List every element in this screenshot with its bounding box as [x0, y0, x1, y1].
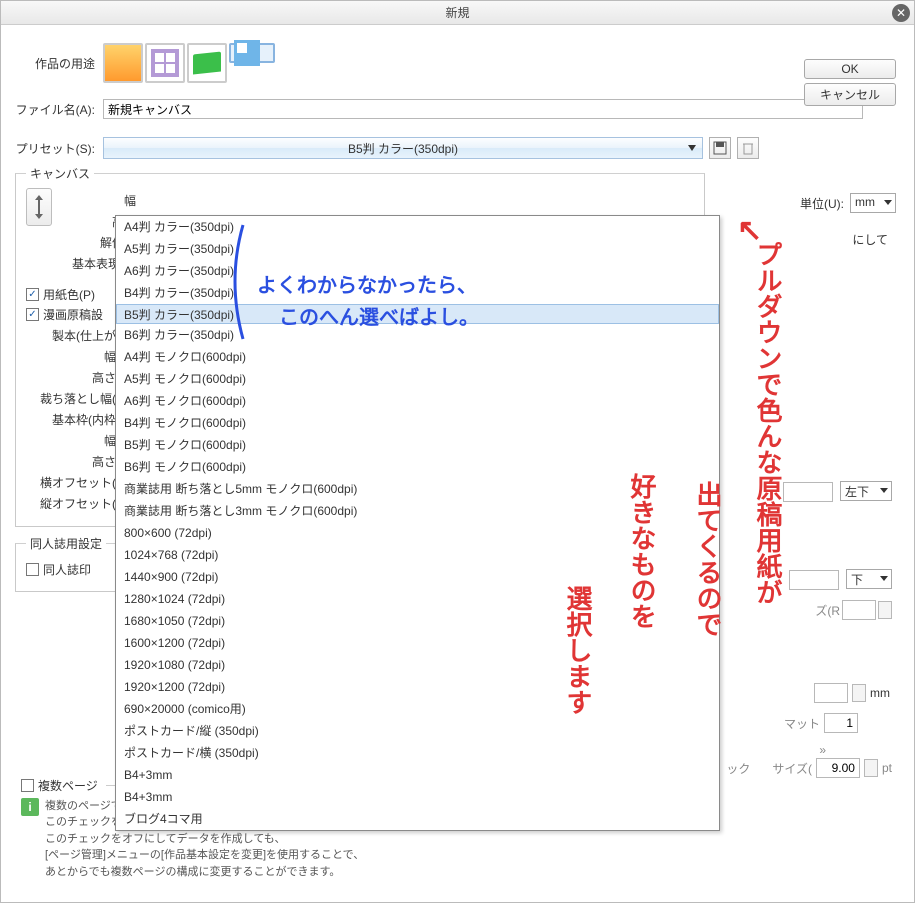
doujin-legend: 同人誌用設定 [26, 535, 106, 552]
preset-option[interactable]: 1024×768 (72dpi) [116, 544, 719, 566]
unit-value: mm [855, 195, 875, 209]
manga-settings-check[interactable] [26, 308, 39, 321]
chevron-down-icon [884, 200, 892, 205]
width-label-3: 幅 [40, 432, 122, 449]
paper-color-check[interactable] [26, 288, 39, 301]
height-label-3: 高さ [40, 453, 122, 470]
preset-option[interactable]: 1920×1080 (72dpi) [116, 654, 719, 676]
mat-label: マット [784, 715, 820, 732]
preset-option[interactable]: B6判 カラー(350dpi) [116, 324, 719, 346]
canvas-legend: キャンバス [26, 165, 94, 182]
preset-option[interactable]: 1440×900 (72dpi) [116, 566, 719, 588]
h-offset-label: 横オフセット( [40, 474, 122, 491]
right-field-3[interactable] [842, 600, 876, 620]
new-dialog: 新規 ✕ OK キャンセル 作品の用途 ファイル名(A): プリセット(S): [0, 0, 915, 903]
purpose-print-icon[interactable] [187, 43, 227, 83]
manga-settings-label: 漫画原稿設 [43, 306, 103, 323]
base-frame-label: 基本枠(内枠 [40, 411, 122, 428]
titlebar: 新規 ✕ [1, 1, 914, 25]
preset-option[interactable]: 商業誌用 断ち落とし3mm モノクロ(600dpi) [116, 500, 719, 522]
swap-orientation-button[interactable] [26, 188, 52, 226]
preset-option[interactable]: 690×20000 (comico用) [116, 698, 719, 720]
preset-dropdown[interactable]: A4判 カラー(350dpi)A5判 カラー(350dpi)A6判 カラー(35… [115, 215, 720, 831]
annotation-red-v1: プルダウンで色んな原稿用紙が [749, 241, 786, 801]
pos-select-1[interactable]: 左下 [840, 481, 892, 501]
preset-option[interactable]: B5判 カラー(350dpi) [116, 304, 719, 324]
filename-label: ファイル名(A): [15, 101, 103, 118]
spinner-icon[interactable] [878, 601, 892, 619]
preset-option[interactable]: A4判 カラー(350dpi) [116, 216, 719, 238]
position-hint-text: にして [852, 231, 888, 248]
preset-save-button[interactable] [709, 137, 731, 159]
doujin-print-check[interactable] [26, 563, 39, 576]
preset-option[interactable]: 1600×1200 (72dpi) [116, 632, 719, 654]
chk-r-label: ズ(R [815, 602, 840, 619]
pos-select-2[interactable]: 下 [846, 569, 892, 589]
purpose-illustration-icon[interactable] [103, 43, 143, 83]
purpose-doujin-icon[interactable] [229, 43, 275, 63]
preset-delete-button[interactable] [737, 137, 759, 159]
purpose-label: 作品の用途 [15, 55, 103, 72]
preset-option[interactable]: ポストカード/縦 (350dpi) [116, 720, 719, 742]
info-icon: i [21, 798, 39, 816]
binding-label: 製本(仕上が [40, 327, 122, 344]
preset-option[interactable]: A6判 モノクロ(600dpi) [116, 390, 719, 412]
preset-option[interactable]: 1680×1050 (72dpi) [116, 610, 719, 632]
close-icon[interactable]: ✕ [892, 4, 910, 22]
paper-color-label: 用紙色(P) [43, 286, 95, 303]
unit-select[interactable]: mm [850, 193, 896, 213]
preset-option[interactable]: ポストカード/横 (350dpi) [116, 742, 719, 764]
right-field-1[interactable] [783, 482, 833, 502]
preset-select[interactable]: B5判 カラー(350dpi) [103, 137, 703, 159]
right-field-mm[interactable] [814, 683, 848, 703]
mat-field[interactable] [824, 713, 858, 733]
preset-option[interactable]: B5判 モノクロ(600dpi) [116, 434, 719, 456]
preset-selected-value: B5判 カラー(350dpi) [348, 140, 458, 157]
bleed-label: 裁ち落とし幅( [40, 390, 122, 407]
unit-label: 単位(U): [800, 195, 844, 212]
purpose-comic-icon[interactable] [145, 43, 185, 83]
multipage-label: 複数ページ [38, 777, 98, 794]
preset-option[interactable]: B4+3mm [116, 764, 719, 786]
mm-unit-label: mm [870, 686, 890, 700]
multipage-check[interactable] [21, 779, 34, 792]
right-field-2[interactable] [789, 570, 839, 590]
preset-option[interactable]: ブログ4コマ用 [116, 808, 719, 830]
width-label-2: 幅 [40, 348, 122, 365]
preset-option[interactable]: 800×600 (72dpi) [116, 522, 719, 544]
preset-option[interactable]: B4判 カラー(350dpi) [116, 282, 719, 304]
preset-option[interactable]: A5判 モノクロ(600dpi) [116, 368, 719, 390]
preset-option[interactable]: 商業誌用 断ち落とし5mm モノクロ(600dpi) [116, 478, 719, 500]
ok-button[interactable]: OK [804, 59, 896, 79]
preset-option[interactable]: 1920×1200 (72dpi) [116, 676, 719, 698]
window-title: 新規 [445, 4, 469, 21]
preset-option[interactable]: A4判 モノクロ(600dpi) [116, 346, 719, 368]
filename-input[interactable] [103, 99, 863, 119]
cancel-button[interactable]: キャンセル [804, 83, 896, 106]
annotation-red-arrow: ↖ [737, 213, 762, 248]
preset-option[interactable]: B4判 モノクロ(600dpi) [116, 412, 719, 434]
preset-option[interactable]: B6判 モノクロ(600dpi) [116, 456, 719, 478]
chevron-down-icon [688, 145, 696, 151]
width-label: 幅 [60, 192, 142, 209]
preset-label: プリセット(S): [15, 140, 103, 157]
height-label-2: 高さ [40, 369, 122, 386]
preset-option[interactable]: B4+3mm [116, 786, 719, 808]
preset-option[interactable]: 1280×1024 (72dpi) [116, 588, 719, 610]
spinner-icon[interactable] [852, 684, 866, 702]
v-offset-label: 縦オフセット( [40, 495, 122, 512]
doujin-print-label: 同人誌印 [43, 561, 91, 578]
preset-option[interactable]: A5判 カラー(350dpi) [116, 238, 719, 260]
preset-option[interactable]: A6判 カラー(350dpi) [116, 260, 719, 282]
